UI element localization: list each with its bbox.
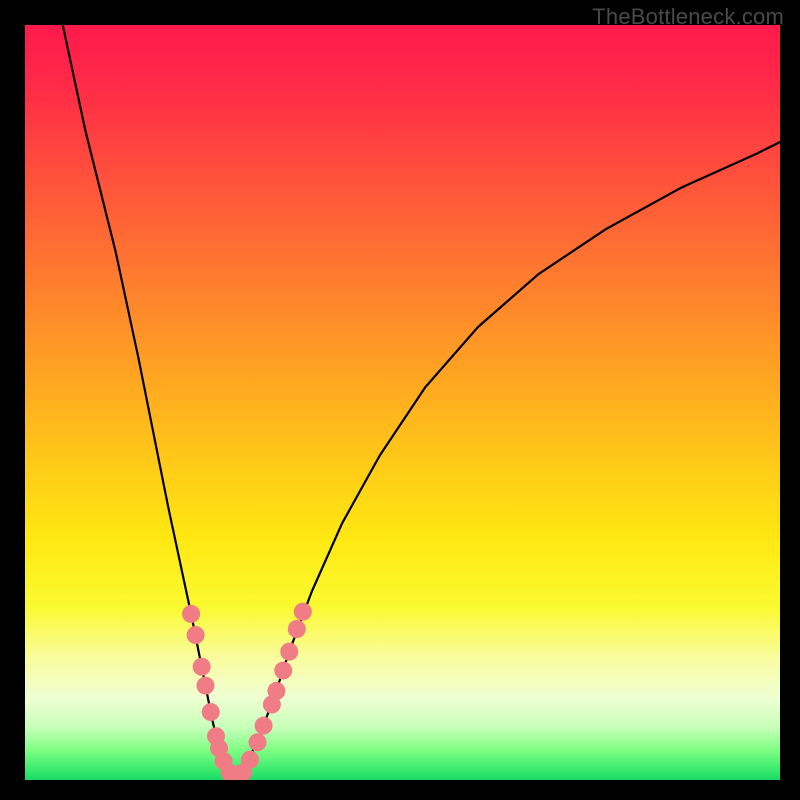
- bead-point: [182, 605, 200, 623]
- bead-point: [202, 703, 220, 721]
- bead-point: [274, 662, 292, 680]
- chart-frame: TheBottleneck.com: [0, 0, 800, 800]
- bead-point: [294, 603, 312, 621]
- bead-group: [182, 603, 312, 780]
- bead-point: [280, 643, 298, 661]
- chart-svg: [25, 25, 780, 780]
- bead-point: [196, 677, 214, 695]
- bead-point: [193, 658, 211, 676]
- bead-point: [267, 682, 285, 700]
- plot-area: [25, 25, 780, 780]
- bead-point: [187, 626, 205, 644]
- bead-point: [249, 733, 267, 751]
- bead-point: [255, 717, 273, 735]
- curve-curve-right: [236, 142, 780, 780]
- bead-point: [241, 751, 259, 769]
- curve-group: [63, 25, 780, 780]
- bead-point: [288, 620, 306, 638]
